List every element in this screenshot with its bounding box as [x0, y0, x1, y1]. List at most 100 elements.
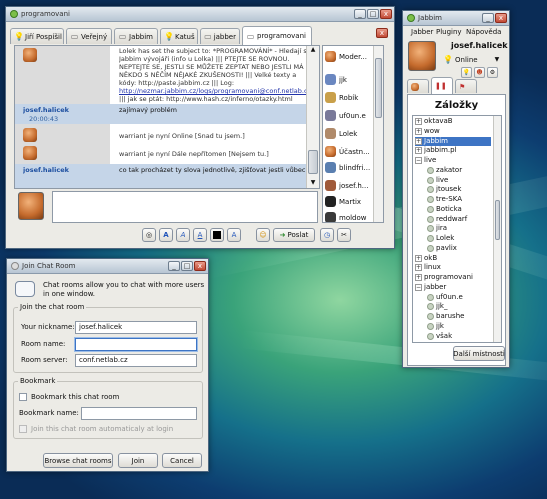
occupant-scrollbar[interactable] — [373, 46, 383, 222]
cancel-button[interactable]: Cancel — [162, 453, 202, 468]
tab-label: Katuš — [175, 32, 195, 41]
menu-jabber[interactable]: Jabber — [411, 28, 433, 36]
smiley-icon[interactable]: ☺ — [256, 228, 270, 242]
tree-group[interactable]: + jabbim.pl — [415, 146, 457, 155]
tab-label: Jiří Pospíšil — [25, 32, 62, 41]
occupant-item[interactable]: moldow — [325, 212, 367, 222]
tree-group[interactable]: − jabber — [415, 283, 446, 292]
avatar — [325, 180, 336, 191]
occupant-item[interactable]: josef.h... — [325, 180, 368, 191]
tree-user[interactable]: pavlix — [427, 244, 457, 253]
bookmark-name-field[interactable] — [81, 407, 197, 420]
occupant-item[interactable]: Moder... — [325, 51, 367, 62]
tab-jabber[interactable]: ▭ jabber — [200, 28, 240, 44]
underline-icon[interactable]: A — [193, 228, 207, 242]
tree-user[interactable]: jjk_ — [427, 302, 447, 311]
tree-label: live — [436, 175, 449, 184]
close-button[interactable]: x — [495, 13, 507, 23]
status-selector[interactable]: 💡 Online ▼ — [443, 55, 499, 64]
scrollbar-thumb[interactable] — [308, 150, 318, 174]
message-scrollbar[interactable]: ▲ ▼ — [306, 46, 319, 188]
tree-group[interactable]: + linux — [415, 263, 441, 272]
tab-verejny[interactable]: ▭ Veřejný — [66, 28, 112, 44]
tree-user[interactable]: Boticka — [427, 205, 462, 214]
tree-user[interactable]: barushe — [427, 312, 464, 321]
bulb-icon[interactable]: 💡 — [461, 67, 472, 78]
subject-link[interactable]: http://nezmar.jabbim.cz/logs/programovan… — [119, 87, 313, 95]
message-input[interactable] — [52, 191, 318, 223]
more-rooms-button[interactable]: Další místnosti — [453, 346, 505, 361]
tree-user[interactable]: však — [427, 332, 452, 341]
italic-icon[interactable]: A — [176, 228, 190, 242]
nickname-field[interactable]: josef.halicek — [75, 321, 197, 334]
app-icon — [11, 262, 19, 270]
tree-group[interactable]: + okB — [415, 254, 437, 263]
tree-user[interactable]: uf0un.e — [427, 293, 463, 302]
message-log[interactable]: Lolek has set the subject to: *PROGRAMOV… — [14, 45, 320, 189]
occupant-item[interactable]: jjk — [325, 74, 347, 85]
minimize-button[interactable]: _ — [168, 261, 180, 271]
tree-group[interactable]: + programovani — [415, 273, 473, 282]
tab-programovani[interactable]: ▭ programovani — [242, 26, 312, 45]
tree-user[interactable]: live — [427, 176, 448, 185]
color-icon[interactable] — [210, 228, 224, 242]
room-name-field[interactable] — [75, 338, 197, 351]
tree-label: jabber — [424, 282, 447, 291]
tab-jiri-pospisil[interactable]: 💡 Jiří Pospíšil — [10, 28, 64, 44]
smiley-icon[interactable]: ☻ — [474, 67, 485, 78]
tree-scrollbar[interactable] — [493, 116, 501, 342]
close-button[interactable]: x — [194, 261, 206, 271]
occupant-item[interactable]: Lolek — [325, 128, 357, 139]
join-button[interactable]: Join — [118, 453, 158, 468]
avatar — [325, 92, 336, 103]
font-icon[interactable]: A — [227, 228, 241, 242]
chat-window-title: programovani — [21, 10, 70, 18]
tab-transports[interactable]: ⚑ — [455, 79, 477, 93]
gear-icon[interactable]: ⚙ — [487, 67, 498, 78]
maximize-button[interactable]: □ — [181, 261, 193, 271]
chat-titlebar[interactable]: programovani — [6, 7, 394, 22]
clear-icon[interactable]: ◎ — [142, 228, 156, 242]
tree-group[interactable]: + Jabbim — [415, 136, 491, 146]
tree-user[interactable]: Lolek — [427, 234, 454, 243]
minimize-button[interactable]: _ — [354, 9, 366, 19]
occupant-item[interactable]: blindfri... — [325, 162, 370, 173]
scrollbar-thumb[interactable] — [495, 200, 500, 240]
collapse-icon: − — [415, 283, 422, 291]
tree-label: tre-SKA — [436, 195, 463, 203]
tree-group[interactable]: + wow — [415, 127, 440, 136]
settings-icon[interactable]: ✂ — [337, 228, 351, 242]
bookmark-tree[interactable]: + oktavaB + wow + Jabbim + jabbim.pl − live zakato… — [412, 115, 502, 343]
avatar[interactable] — [408, 41, 436, 71]
occupant-item[interactable]: Martix — [325, 196, 361, 207]
room-server-field[interactable]: conf.netlab.cz — [75, 354, 197, 367]
tree-user[interactable]: reddwarf — [427, 215, 467, 224]
occupant-item[interactable]: uf0un.e — [325, 110, 366, 121]
tree-group[interactable]: + oktavaB — [415, 117, 453, 126]
menu-napoveda[interactable]: Nápověda — [466, 28, 501, 36]
maximize-button[interactable]: □ — [367, 9, 379, 19]
autojoin-checkbox[interactable] — [19, 425, 27, 433]
tree-user[interactable]: jira — [427, 224, 447, 233]
minimize-button[interactable]: _ — [482, 13, 494, 23]
tree-user[interactable]: jjk — [427, 322, 444, 331]
browse-rooms-button[interactable]: Browse chat rooms — [43, 453, 113, 468]
tab-jabbim[interactable]: ▭ Jabbim — [114, 28, 158, 44]
scrollbar-thumb[interactable] — [375, 58, 382, 118]
history-icon[interactable]: ◷ — [320, 228, 334, 242]
tab-contacts[interactable] — [407, 79, 429, 93]
tab-katus[interactable]: 💡 Katuš — [160, 28, 198, 44]
send-button[interactable]: ➜ Poslat — [273, 228, 315, 242]
bookmark-checkbox[interactable] — [19, 393, 27, 401]
tree-user[interactable]: tre-SKA — [427, 195, 462, 204]
close-button[interactable]: x — [380, 9, 392, 19]
occupant-item[interactable]: Robík — [325, 92, 358, 103]
tree-user[interactable]: jtousek — [427, 185, 461, 194]
tree-group[interactable]: − live — [415, 156, 436, 165]
tree-user[interactable]: zakator — [427, 166, 462, 175]
tab-bookmarks[interactable]: ❚❚ — [431, 77, 453, 94]
occupant-item[interactable]: Účastn... — [325, 146, 370, 157]
bold-icon[interactable]: A — [159, 228, 173, 242]
close-tab-button[interactable]: x — [376, 28, 388, 38]
menu-pluginy[interactable]: Pluginy — [436, 28, 462, 36]
